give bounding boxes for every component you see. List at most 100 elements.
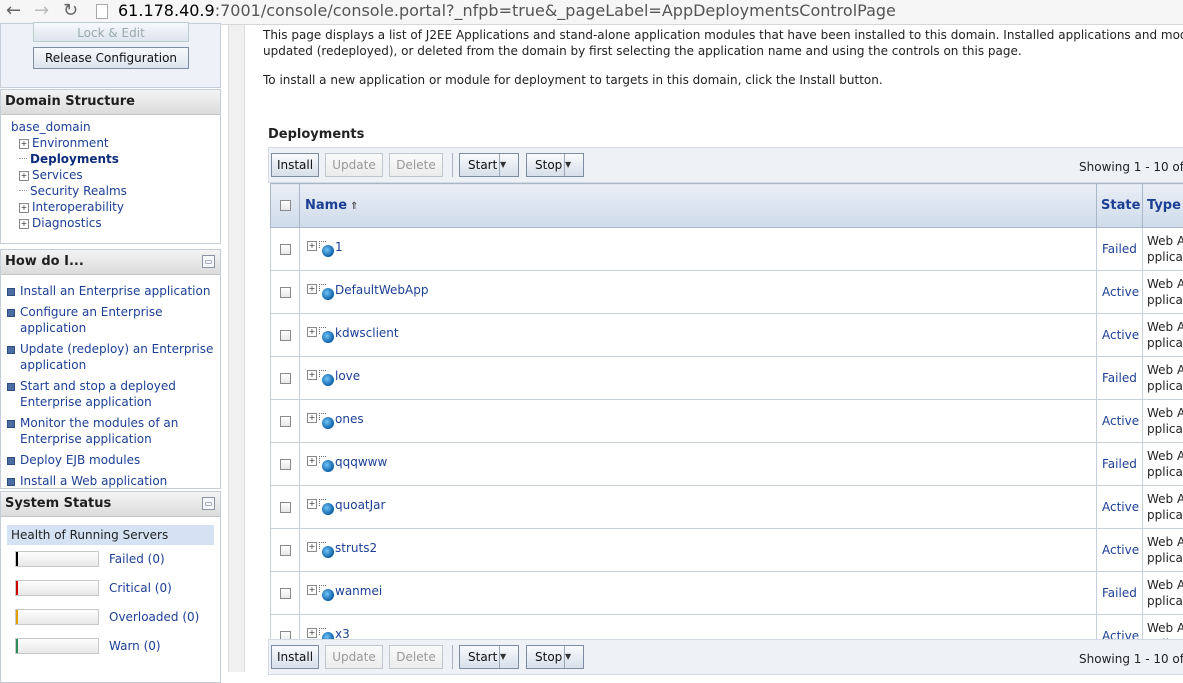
chevron-down-icon[interactable]: ▼ bbox=[564, 646, 583, 668]
address-bar[interactable]: 61.178.40.9:7001/console/console.portal?… bbox=[118, 1, 896, 21]
tree-node-services[interactable]: +Services bbox=[11, 167, 220, 183]
chevron-down-icon[interactable]: ▼ bbox=[499, 154, 518, 176]
deployment-name-link[interactable]: ones bbox=[335, 412, 364, 426]
type-cell: Web Applicat bbox=[1143, 443, 1183, 486]
tree-node-label[interactable]: Diagnostics bbox=[32, 216, 102, 230]
expand-icon[interactable]: + bbox=[19, 171, 29, 181]
release-configuration-button[interactable]: Release Configuration bbox=[33, 47, 189, 69]
row-checkbox[interactable] bbox=[280, 588, 291, 599]
change-center-panel: Lock & Edit Release Configuration bbox=[0, 23, 221, 88]
deployment-name-link[interactable]: quoatJar bbox=[335, 498, 385, 512]
expand-icon[interactable]: + bbox=[307, 499, 317, 509]
lock-edit-button[interactable]: Lock & Edit bbox=[33, 22, 189, 42]
health-status-link[interactable]: Overloaded (0) bbox=[109, 610, 199, 624]
expand-icon[interactable]: + bbox=[307, 413, 317, 423]
row-select-cell bbox=[271, 486, 300, 529]
health-status-link[interactable]: Critical (0) bbox=[109, 581, 172, 595]
forward-arrow-icon[interactable]: → bbox=[34, 1, 49, 21]
health-row: Overloaded (0) bbox=[1, 603, 220, 632]
tree-node-label[interactable]: Deployments bbox=[30, 152, 119, 166]
expand-icon[interactable]: + bbox=[19, 203, 29, 213]
how-do-i-link[interactable]: Install an Enterprise application bbox=[6, 283, 220, 299]
deployment-name-link[interactable]: 1 bbox=[335, 240, 343, 254]
chevron-down-icon[interactable]: ▼ bbox=[499, 646, 518, 668]
type-text: Web Applicat bbox=[1147, 577, 1183, 609]
name-column-header[interactable]: Name⇑ bbox=[300, 184, 1097, 228]
tree-node-label[interactable]: Services bbox=[32, 168, 83, 182]
update-button[interactable]: Update bbox=[325, 645, 383, 669]
state-column-header[interactable]: State bbox=[1097, 184, 1143, 228]
splitter-bar[interactable] bbox=[228, 25, 245, 672]
start-dropdown-button[interactable]: Start▼ bbox=[459, 153, 519, 177]
health-bar-indicator bbox=[16, 639, 18, 653]
deployment-name-link[interactable]: DefaultWebApp bbox=[335, 283, 428, 297]
health-of-running-servers-label: Health of Running Servers bbox=[7, 525, 214, 545]
chevron-down-icon[interactable]: ▼ bbox=[564, 154, 583, 176]
row-checkbox[interactable] bbox=[280, 416, 291, 427]
sort-ascending-icon[interactable]: ⇑ bbox=[350, 201, 358, 212]
install-button[interactable]: Install bbox=[271, 645, 319, 669]
expand-icon[interactable]: + bbox=[307, 327, 317, 337]
tree-node-security-realms[interactable]: Security Realms bbox=[11, 183, 220, 199]
expand-icon[interactable]: + bbox=[307, 456, 317, 466]
row-checkbox[interactable] bbox=[280, 545, 291, 556]
reload-icon[interactable]: ↻ bbox=[63, 1, 78, 21]
how-do-i-link[interactable]: Start and stop a deployed Enterprise app… bbox=[6, 378, 220, 410]
tree-node-deployments[interactable]: Deployments bbox=[11, 151, 220, 167]
state-cell: Active bbox=[1097, 529, 1143, 572]
expand-icon[interactable]: + bbox=[307, 542, 317, 552]
stop-dropdown-button[interactable]: Stop▼ bbox=[526, 153, 584, 177]
tree-node-label[interactable]: Environment bbox=[32, 136, 109, 150]
select-all-checkbox[interactable] bbox=[280, 200, 291, 211]
row-checkbox[interactable] bbox=[280, 373, 291, 384]
tree-root-base-domain[interactable]: base_domain bbox=[11, 119, 220, 135]
health-status-link[interactable]: Warn (0) bbox=[109, 639, 161, 653]
delete-button[interactable]: Delete bbox=[389, 153, 443, 177]
update-button[interactable]: Update bbox=[325, 153, 383, 177]
how-do-i-panel: How do I...▭ Install an Enterprise appli… bbox=[0, 249, 221, 489]
expand-icon[interactable]: + bbox=[307, 370, 317, 380]
expand-icon[interactable]: + bbox=[307, 284, 317, 294]
row-checkbox[interactable] bbox=[280, 459, 291, 470]
minimize-icon[interactable]: ▭ bbox=[202, 497, 215, 510]
deployment-name-link[interactable]: qqqwww bbox=[335, 455, 387, 469]
back-arrow-icon[interactable]: ← bbox=[6, 1, 21, 21]
row-checkbox[interactable] bbox=[280, 287, 291, 298]
start-dropdown-button[interactable]: Start▼ bbox=[459, 645, 519, 669]
install-button[interactable]: Install bbox=[271, 153, 319, 177]
minimize-icon[interactable]: ▭ bbox=[202, 255, 215, 268]
expand-icon[interactable]: + bbox=[307, 628, 317, 638]
row-checkbox[interactable] bbox=[280, 502, 291, 513]
deployment-name-link[interactable]: wanmei bbox=[335, 584, 382, 598]
health-bar-indicator bbox=[16, 610, 18, 624]
stop-dropdown-button[interactable]: Stop▼ bbox=[526, 645, 584, 669]
deployment-name-link[interactable]: love bbox=[335, 369, 360, 383]
page-icon bbox=[96, 4, 108, 19]
delete-button[interactable]: Delete bbox=[389, 645, 443, 669]
web-application-icon bbox=[322, 331, 334, 343]
expand-icon[interactable]: + bbox=[19, 219, 29, 229]
tree-node-label[interactable]: Security Realms bbox=[30, 184, 127, 198]
how-do-i-list: Install an Enterprise application Configu… bbox=[1, 275, 220, 489]
expand-icon[interactable]: + bbox=[19, 139, 29, 149]
row-checkbox[interactable] bbox=[280, 330, 291, 341]
tree-node-label[interactable]: Interoperability bbox=[32, 200, 124, 214]
tree-node-environment[interactable]: +Environment bbox=[11, 135, 220, 151]
how-do-i-link[interactable]: Update (redeploy) an Enterprise applicat… bbox=[6, 341, 220, 373]
url-path: :7001/console/console.portal?_nfpb=true&… bbox=[215, 1, 896, 20]
how-do-i-link[interactable]: Install a Web application bbox=[6, 473, 220, 489]
tree-node-interoperability[interactable]: +Interoperability bbox=[11, 199, 220, 215]
expand-icon[interactable]: + bbox=[307, 585, 317, 595]
how-do-i-link[interactable]: Configure an Enterprise application bbox=[6, 304, 220, 336]
how-do-i-link[interactable]: Deploy EJB modules bbox=[6, 452, 220, 468]
stop-label: Stop bbox=[535, 158, 562, 172]
row-checkbox[interactable] bbox=[280, 244, 291, 255]
deployment-name-link[interactable]: kdwsclient bbox=[335, 326, 399, 340]
deployment-name-link[interactable]: struts2 bbox=[335, 541, 377, 555]
health-status-link[interactable]: Failed (0) bbox=[109, 552, 165, 566]
how-do-i-link[interactable]: Monitor the modules of an Enterprise app… bbox=[6, 415, 220, 447]
type-column-header[interactable]: Type bbox=[1143, 184, 1183, 228]
start-label: Start bbox=[468, 650, 497, 664]
expand-icon[interactable]: + bbox=[307, 241, 317, 251]
tree-node-diagnostics[interactable]: +Diagnostics bbox=[11, 215, 220, 231]
